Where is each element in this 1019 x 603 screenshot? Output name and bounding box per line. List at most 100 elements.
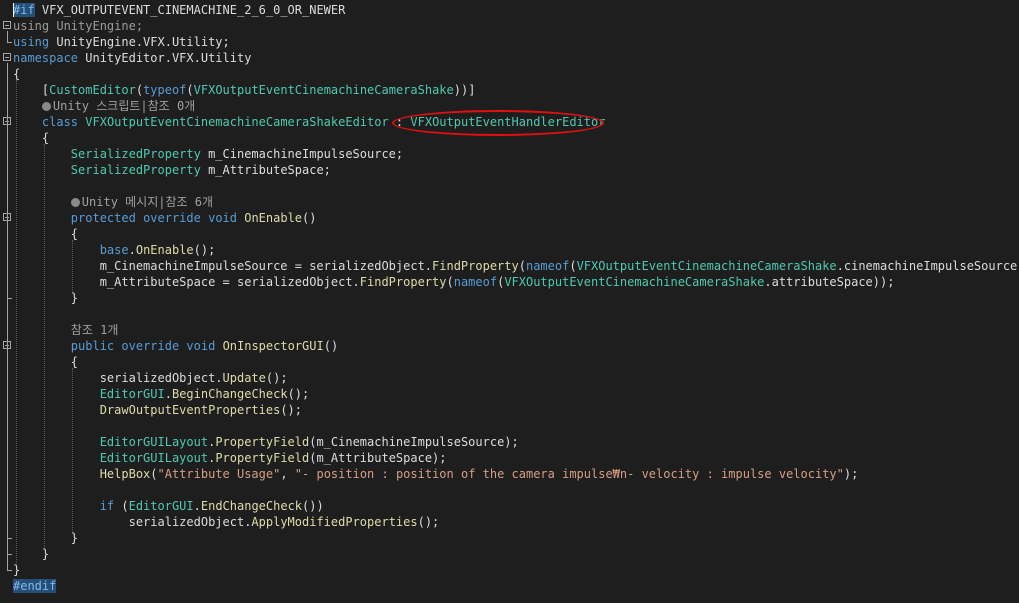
code-token: override	[143, 211, 201, 225]
code-token: class	[41, 115, 79, 129]
code-token: EditorGUILayout	[99, 435, 209, 449]
code-token: .attributeSpace));	[764, 275, 895, 289]
code-token: PropertyField	[215, 451, 310, 465]
collapse-region-icon[interactable]	[3, 21, 11, 29]
code-token: (m_CinemachineImpulseSource);	[309, 435, 519, 449]
code-token: base	[99, 243, 129, 257]
code-token: EndChangeCheck	[200, 499, 303, 513]
code-line[interactable]: {	[0, 354, 1019, 370]
code-line[interactable]: }	[0, 562, 1019, 578]
code-token[interactable]: Unity 메시지|참조 6개	[82, 195, 213, 209]
code-token: SerializedProperty	[70, 147, 201, 161]
code-token: OnEnable	[244, 211, 303, 225]
code-text: m_CinemachineImpulseSource = serializedO…	[13, 258, 1019, 274]
code-line[interactable]	[0, 178, 1019, 194]
code-line[interactable]: namespace UnityEditor.VFX.Utility	[0, 50, 1019, 66]
code-line[interactable]	[0, 418, 1019, 434]
code-line[interactable]: EditorGUILayout.PropertyField(m_Cinemach…	[0, 434, 1019, 450]
code-token[interactable]: 참조 1개	[13, 323, 119, 337]
code-token: VFXOutputEventCinemachineCameraShakeEdit…	[85, 115, 389, 129]
code-token: (	[446, 275, 454, 289]
code-line[interactable]: using UnityEngine;	[0, 18, 1019, 34]
code-line[interactable]: m_AttributeSpace = serializedObject.Find…	[0, 274, 1019, 290]
code-text: }	[13, 546, 49, 562]
code-editor[interactable]: #if VFX_OUTPUTEVENT_CINEMACHINE_2_6_0_OR…	[0, 0, 1019, 603]
code-token: #endif	[13, 579, 57, 593]
code-line[interactable]: m_CinemachineImpulseSource = serializedO…	[0, 258, 1019, 274]
code-token: SerializedProperty	[70, 163, 201, 177]
indent-guide	[72, 240, 73, 292]
code-line[interactable]: [CustomEditor(typeof(VFXOutputEventCinem…	[0, 82, 1019, 98]
code-line[interactable]: {	[0, 130, 1019, 146]
indent-guide	[44, 144, 45, 548]
code-line[interactable]: }	[0, 546, 1019, 562]
codelens-line[interactable]: Unity 메시지|참조 6개	[0, 194, 1019, 210]
code-line[interactable]: HelpBox("Attribute Usage", "- position :…	[0, 466, 1019, 482]
code-text: using UnityEngine;	[13, 18, 143, 34]
code-line[interactable]: EditorGUI.BeginChangeCheck();	[0, 386, 1019, 402]
code-token: }	[13, 547, 50, 561]
code-token[interactable]	[13, 195, 71, 209]
code-token: (m_AttributeSpace);	[309, 451, 447, 465]
code-line[interactable]: using UnityEngine.VFX.Utility;	[0, 34, 1019, 50]
code-line[interactable]: {	[0, 66, 1019, 82]
code-token: protected	[70, 211, 136, 225]
outline-bar	[7, 223, 8, 298]
code-line[interactable]: if (EditorGUI.EndChangeCheck())	[0, 498, 1019, 514]
code-line[interactable]	[0, 306, 1019, 322]
code-line[interactable]: public override void OnInspectorGUI()	[0, 338, 1019, 354]
code-text: }	[13, 562, 20, 578]
code-line[interactable]: #endif	[0, 578, 1019, 594]
codelens-line[interactable]: 참조 1개	[0, 322, 1019, 338]
code-line[interactable]: class VFXOutputEventCinemachineCameraSha…	[0, 114, 1019, 130]
code-text: {	[13, 354, 78, 370]
code-token: [	[13, 83, 50, 97]
code-token: m_CinemachineImpulseSource = serializedO…	[13, 259, 433, 273]
code-token: (	[186, 83, 194, 97]
code-token: DrawOutputEventProperties	[99, 403, 281, 417]
code-token[interactable]: Unity 스크립트|참조 0개	[53, 99, 195, 113]
code-token: .	[164, 387, 172, 401]
code-line[interactable]: protected override void OnEnable()	[0, 210, 1019, 226]
code-line[interactable]: SerializedProperty m_AttributeSpace;	[0, 162, 1019, 178]
code-text: class VFXOutputEventCinemachineCameraSha…	[13, 114, 606, 130]
code-line[interactable]: serializedObject.Update();	[0, 370, 1019, 386]
code-text: SerializedProperty m_CinemachineImpulseS…	[13, 146, 403, 162]
code-line[interactable]: EditorGUILayout.PropertyField(m_Attribut…	[0, 450, 1019, 466]
code-text: Unity 스크립트|참조 0개	[13, 98, 195, 114]
code-token[interactable]	[13, 99, 42, 113]
code-token: .	[128, 243, 136, 257]
code-token: (	[150, 467, 158, 481]
code-token: BeginChangeCheck	[171, 387, 288, 401]
code-token: FindProperty	[432, 259, 519, 273]
code-text: }	[13, 290, 78, 306]
code-text: DrawOutputEventProperties();	[13, 402, 302, 418]
code-token: ();	[280, 403, 303, 417]
code-line[interactable]: }	[0, 530, 1019, 546]
code-token: }	[13, 563, 21, 577]
code-line[interactable]: serializedObject.ApplyModifiedProperties…	[0, 514, 1019, 530]
code-text: EditorGUI.BeginChangeCheck();	[13, 386, 310, 402]
codelens-line[interactable]: Unity 스크립트|참조 0개	[0, 98, 1019, 114]
code-token: VFXOutputEventCinemachineCameraShake	[576, 259, 837, 273]
code-line[interactable]: DrawOutputEventProperties();	[0, 402, 1019, 418]
code-token: OnInspectorGUI	[222, 339, 324, 353]
code-text: using UnityEngine.VFX.Utility;	[13, 34, 230, 50]
code-text: Unity 메시지|참조 6개	[13, 194, 213, 210]
code-line[interactable]: #if VFX_OUTPUTEVENT_CINEMACHINE_2_6_0_OR…	[0, 2, 1019, 18]
collapse-region-icon[interactable]	[3, 53, 11, 61]
code-token: PropertyField	[215, 435, 310, 449]
code-line[interactable]	[0, 482, 1019, 498]
code-text: serializedObject.ApplyModifiedProperties…	[13, 514, 440, 530]
code-line[interactable]: base.OnEnable();	[0, 242, 1019, 258]
code-line[interactable]: {	[0, 226, 1019, 242]
code-token: namespace	[13, 51, 79, 65]
code-line[interactable]: }	[0, 290, 1019, 306]
code-text: if (EditorGUI.EndChangeCheck())	[13, 498, 324, 514]
code-line[interactable]: SerializedProperty m_CinemachineImpulseS…	[0, 146, 1019, 162]
